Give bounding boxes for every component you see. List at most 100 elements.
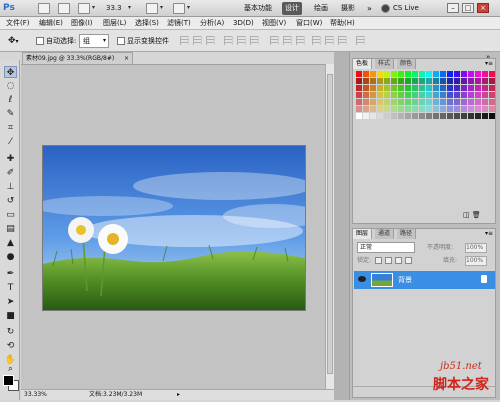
swatch[interactable] xyxy=(468,78,474,84)
align-hcenter-icon[interactable] xyxy=(237,36,246,45)
swatch[interactable] xyxy=(482,78,488,84)
swatch[interactable] xyxy=(363,92,369,98)
swatch[interactable] xyxy=(489,99,495,105)
swatch[interactable] xyxy=(461,78,467,84)
distribute-right-icon[interactable] xyxy=(338,36,347,45)
swatch[interactable] xyxy=(370,78,376,84)
blur-icon[interactable]: ▲ xyxy=(4,237,17,249)
swatch[interactable] xyxy=(405,106,411,112)
swatch[interactable] xyxy=(433,106,439,112)
close-button[interactable]: × xyxy=(477,3,489,13)
swatch[interactable] xyxy=(447,71,453,77)
layer-row-background[interactable]: 背景 xyxy=(354,271,495,289)
lock-image-icon[interactable] xyxy=(385,257,392,264)
swatch[interactable] xyxy=(405,92,411,98)
swatch[interactable] xyxy=(426,113,432,119)
swatch[interactable] xyxy=(391,106,397,112)
swatch[interactable] xyxy=(447,78,453,84)
swatch[interactable] xyxy=(468,113,474,119)
swatch[interactable] xyxy=(384,92,390,98)
swatch[interactable] xyxy=(412,113,418,119)
swatch[interactable] xyxy=(489,85,495,91)
menu-edit[interactable]: 编辑(E) xyxy=(39,18,63,29)
swatch[interactable] xyxy=(398,106,404,112)
menu-analysis[interactable]: 分析(A) xyxy=(200,18,224,29)
swatch[interactable] xyxy=(377,99,383,105)
chevron-down-icon[interactable]: ▾ xyxy=(92,3,97,12)
image-canvas[interactable] xyxy=(43,146,305,310)
swatch[interactable] xyxy=(363,85,369,91)
swatch[interactable] xyxy=(461,99,467,105)
swatch-footer-icons[interactable]: ◫ 🗑 xyxy=(463,211,481,219)
swatch[interactable] xyxy=(426,85,432,91)
tab-layers[interactable]: 图层 xyxy=(353,229,373,239)
swatch[interactable] xyxy=(489,113,495,119)
quick-select-icon[interactable]: ✎ xyxy=(4,108,17,120)
menu-help[interactable]: 帮助(H) xyxy=(330,18,355,29)
swatch[interactable] xyxy=(447,92,453,98)
swatch[interactable] xyxy=(377,106,383,112)
swatch[interactable] xyxy=(384,78,390,84)
chevron-down-icon[interactable]: ▾ xyxy=(128,3,133,12)
swatch[interactable] xyxy=(356,85,362,91)
swatch[interactable] xyxy=(370,99,376,105)
swatch[interactable] xyxy=(468,85,474,91)
swatch[interactable] xyxy=(468,106,474,112)
swatch[interactable] xyxy=(440,85,446,91)
minimize-button[interactable]: – xyxy=(447,3,459,13)
auto-select-dropdown[interactable]: 组 ▾ xyxy=(79,34,109,48)
swatch[interactable] xyxy=(377,85,383,91)
swatch[interactable] xyxy=(363,99,369,105)
swatch[interactable] xyxy=(363,106,369,112)
heal-icon[interactable]: ✚ xyxy=(4,153,17,165)
distribute-hcenter-icon[interactable] xyxy=(325,36,334,45)
zoom-status[interactable]: 33.33% xyxy=(24,390,47,400)
swatch[interactable] xyxy=(412,106,418,112)
swatch[interactable] xyxy=(412,99,418,105)
swatch[interactable] xyxy=(482,92,488,98)
swatch[interactable] xyxy=(433,113,439,119)
swatch[interactable] xyxy=(391,99,397,105)
swatch[interactable] xyxy=(377,92,383,98)
view-extras-icon[interactable] xyxy=(78,3,90,14)
pen-icon[interactable]: ✒ xyxy=(4,268,17,280)
swatch[interactable] xyxy=(363,71,369,77)
lock-all-icon[interactable] xyxy=(405,257,412,264)
swatch[interactable] xyxy=(412,85,418,91)
lasso-icon[interactable]: ℓ xyxy=(4,94,17,106)
swatch[interactable] xyxy=(475,99,481,105)
swatch[interactable] xyxy=(454,92,460,98)
swatch[interactable] xyxy=(398,78,404,84)
menu-view[interactable]: 视图(V) xyxy=(262,18,286,29)
swatch[interactable] xyxy=(405,85,411,91)
swatch[interactable] xyxy=(370,113,376,119)
history-brush-icon[interactable]: ↺ xyxy=(4,195,17,207)
swatch[interactable] xyxy=(461,106,467,112)
swatch[interactable] xyxy=(440,113,446,119)
swatch[interactable] xyxy=(391,78,397,84)
workspace-photography[interactable]: 摄影 xyxy=(338,2,358,15)
swatch[interactable] xyxy=(433,78,439,84)
workspace-essentials[interactable]: 基本功能 xyxy=(241,2,275,15)
swatch[interactable] xyxy=(468,99,474,105)
swatch[interactable] xyxy=(461,92,467,98)
eye-icon[interactable] xyxy=(358,276,366,282)
swatch[interactable] xyxy=(370,106,376,112)
swatch[interactable] xyxy=(384,106,390,112)
fill-field[interactable]: 100% xyxy=(465,256,487,266)
swatch[interactable] xyxy=(419,113,425,119)
swatch[interactable] xyxy=(419,71,425,77)
swatch[interactable] xyxy=(447,113,453,119)
panel-menu-icon[interactable]: ▾≡ xyxy=(485,59,493,69)
swatch[interactable] xyxy=(440,78,446,84)
auto-align-icon[interactable] xyxy=(356,36,365,45)
swatch[interactable] xyxy=(454,85,460,91)
align-right-icon[interactable] xyxy=(250,36,259,45)
swatch[interactable] xyxy=(384,99,390,105)
swatch[interactable] xyxy=(370,71,376,77)
chevron-down-icon[interactable]: ▾ xyxy=(160,3,165,12)
menu-layer[interactable]: 图层(L) xyxy=(103,18,126,29)
swatch[interactable] xyxy=(433,99,439,105)
menu-select[interactable]: 选择(S) xyxy=(135,18,159,29)
swatch[interactable] xyxy=(412,71,418,77)
